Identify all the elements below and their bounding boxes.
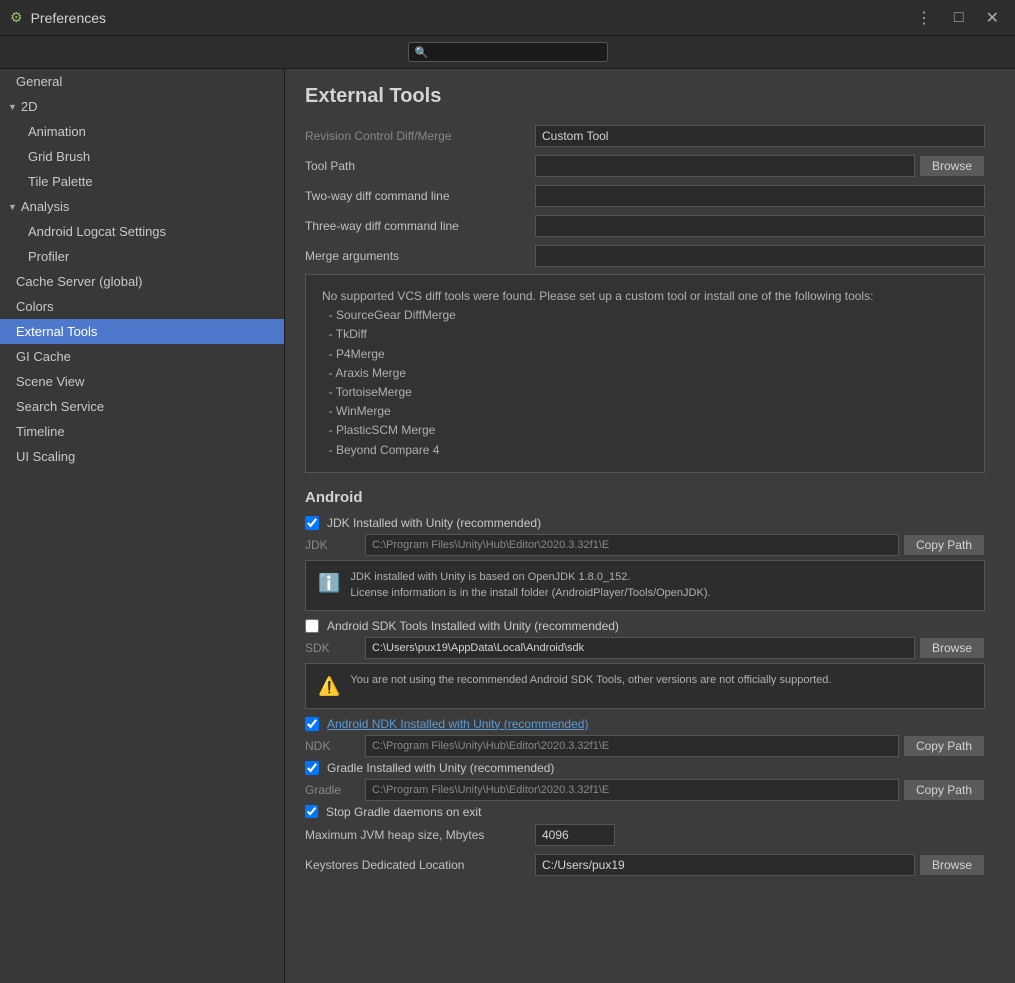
gradle-label: Gradle bbox=[305, 783, 365, 797]
no-vcs-info-box: No supported VCS diff tools were found. … bbox=[305, 274, 985, 473]
window-title: Preferences bbox=[31, 10, 106, 26]
sdk-checkbox-row: Android SDK Tools Installed with Unity (… bbox=[305, 619, 985, 633]
three-way-row: Three-way diff command line bbox=[305, 214, 985, 238]
sdk-warning-alert: ⚠️ You are not using the recommended And… bbox=[305, 663, 985, 709]
android-section-title: Android bbox=[305, 489, 985, 506]
sidebar-item-gi-cache[interactable]: GI Cache bbox=[0, 344, 284, 369]
sdk-browse-button[interactable]: Browse bbox=[919, 637, 985, 659]
arrow-icon: ▼ bbox=[8, 202, 17, 212]
more-options-button[interactable]: ⋮ bbox=[910, 6, 938, 30]
ndk-checkbox-row: Android NDK Installed with Unity (recomm… bbox=[305, 717, 985, 731]
keystores-browse-button[interactable]: Browse bbox=[919, 854, 985, 876]
sidebar-item-animation[interactable]: Animation bbox=[0, 119, 284, 144]
jdk-copy-path-button[interactable]: Copy Path bbox=[903, 534, 985, 556]
two-way-row: Two-way diff command line bbox=[305, 184, 985, 208]
sidebar-item-grid-brush[interactable]: Grid Brush bbox=[0, 144, 284, 169]
sidebar-item-ui-scaling[interactable]: UI Scaling bbox=[0, 444, 284, 469]
sdk-warning-text: You are not using the recommended Androi… bbox=[350, 672, 831, 689]
sidebar-item-timeline[interactable]: Timeline bbox=[0, 419, 284, 444]
gradle-checkbox-row: Gradle Installed with Unity (recommended… bbox=[305, 761, 985, 775]
ndk-checkbox[interactable] bbox=[305, 717, 319, 731]
gradle-checkbox-label: Gradle Installed with Unity (recommended… bbox=[327, 761, 554, 775]
sidebar-item-external-tools[interactable]: External Tools bbox=[0, 319, 284, 344]
gradle-copy-path-button[interactable]: Copy Path bbox=[903, 779, 985, 801]
merge-args-row: Merge arguments bbox=[305, 244, 985, 268]
revision-control-row: Revision Control Diff/Merge bbox=[305, 124, 985, 148]
ndk-path-row: NDK Copy Path bbox=[305, 735, 985, 757]
revision-control-input[interactable] bbox=[535, 125, 985, 147]
content-inner: External Tools Revision Control Diff/Mer… bbox=[285, 69, 1015, 899]
sidebar-item-colors[interactable]: Colors bbox=[0, 294, 284, 319]
sdk-label: SDK bbox=[305, 641, 365, 655]
three-way-input[interactable] bbox=[535, 215, 985, 237]
tool-path-row: Tool Path Browse bbox=[305, 154, 985, 178]
gradle-path-row: Gradle Copy Path bbox=[305, 779, 985, 801]
sidebar-item-scene-view[interactable]: Scene View bbox=[0, 369, 284, 394]
title-bar-controls: ⋮ □ ✕ bbox=[910, 6, 1005, 30]
max-jvm-row: Maximum JVM heap size, Mbytes bbox=[305, 823, 985, 847]
page-title: External Tools bbox=[305, 85, 985, 108]
jdk-path-row: JDK Copy Path bbox=[305, 534, 985, 556]
maximize-button[interactable]: □ bbox=[948, 7, 970, 29]
gradle-checkbox[interactable] bbox=[305, 761, 319, 775]
sdk-path-row: SDK Browse bbox=[305, 637, 985, 659]
sdk-checkbox-label: Android SDK Tools Installed with Unity (… bbox=[327, 619, 619, 633]
title-bar: ⚙ Preferences ⋮ □ ✕ bbox=[0, 0, 1015, 36]
two-way-label: Two-way diff command line bbox=[305, 189, 535, 203]
sidebar-item-search-service[interactable]: Search Service bbox=[0, 394, 284, 419]
jdk-path-input[interactable] bbox=[365, 534, 899, 556]
main-layout: General ▼ 2D Animation Grid Brush Tile P… bbox=[0, 69, 1015, 983]
tool-path-label: Tool Path bbox=[305, 159, 535, 173]
search-wrap: 🔍 bbox=[408, 42, 608, 62]
keystores-label: Keystores Dedicated Location bbox=[305, 858, 535, 872]
sidebar-item-2d[interactable]: ▼ 2D bbox=[0, 94, 284, 119]
sidebar-item-analysis[interactable]: ▼ Analysis bbox=[0, 194, 284, 219]
merge-args-input[interactable] bbox=[535, 245, 985, 267]
ndk-checkbox-label[interactable]: Android NDK Installed with Unity (recomm… bbox=[327, 717, 588, 731]
warning-icon: ⚠️ bbox=[318, 673, 340, 700]
sidebar-item-general[interactable]: General bbox=[0, 69, 284, 94]
sidebar-item-android-logcat[interactable]: Android Logcat Settings bbox=[0, 219, 284, 244]
sidebar: General ▼ 2D Animation Grid Brush Tile P… bbox=[0, 69, 285, 983]
close-button[interactable]: ✕ bbox=[980, 6, 1005, 30]
search-icon: 🔍 bbox=[415, 46, 429, 59]
ndk-path-input[interactable] bbox=[365, 735, 899, 757]
content-area: External Tools Revision Control Diff/Mer… bbox=[285, 69, 1015, 983]
title-bar-left: ⚙ Preferences bbox=[10, 9, 106, 26]
info-icon: ℹ️ bbox=[318, 570, 340, 597]
max-jvm-label: Maximum JVM heap size, Mbytes bbox=[305, 828, 535, 842]
three-way-label: Three-way diff command line bbox=[305, 219, 535, 233]
merge-args-label: Merge arguments bbox=[305, 249, 535, 263]
two-way-input[interactable] bbox=[535, 185, 985, 207]
jdk-info-text: JDK installed with Unity is based on Ope… bbox=[350, 569, 710, 602]
keystores-row: Keystores Dedicated Location Browse bbox=[305, 853, 985, 877]
max-jvm-input[interactable] bbox=[535, 824, 615, 846]
stop-gradle-checkbox[interactable] bbox=[305, 805, 318, 818]
tool-path-browse-button[interactable]: Browse bbox=[919, 155, 985, 177]
jdk-checkbox-row: JDK Installed with Unity (recommended) bbox=[305, 516, 985, 530]
sidebar-item-cache-server[interactable]: Cache Server (global) bbox=[0, 269, 284, 294]
sdk-path-input[interactable] bbox=[365, 637, 915, 659]
jdk-info-alert: ℹ️ JDK installed with Unity is based on … bbox=[305, 560, 985, 611]
gear-icon: ⚙ bbox=[10, 9, 23, 26]
search-bar: 🔍 bbox=[0, 36, 1015, 69]
ndk-copy-path-button[interactable]: Copy Path bbox=[903, 735, 985, 757]
tool-path-input[interactable] bbox=[535, 155, 915, 177]
keystores-input[interactable] bbox=[535, 854, 915, 876]
search-input[interactable] bbox=[432, 45, 600, 59]
gradle-path-input[interactable] bbox=[365, 779, 899, 801]
revision-control-label: Revision Control Diff/Merge bbox=[305, 129, 535, 143]
ndk-label: NDK bbox=[305, 739, 365, 753]
jdk-label: JDK bbox=[305, 538, 365, 552]
sidebar-item-tile-palette[interactable]: Tile Palette bbox=[0, 169, 284, 194]
stop-gradle-label: Stop Gradle daemons on exit bbox=[326, 805, 481, 819]
arrow-icon: ▼ bbox=[8, 102, 17, 112]
jdk-checkbox-label: JDK Installed with Unity (recommended) bbox=[327, 516, 541, 530]
jdk-checkbox[interactable] bbox=[305, 516, 319, 530]
sdk-checkbox[interactable] bbox=[305, 619, 319, 633]
no-vcs-message: No supported VCS diff tools were found. … bbox=[322, 289, 873, 457]
stop-gradle-row: Stop Gradle daemons on exit bbox=[305, 805, 985, 819]
sidebar-item-profiler[interactable]: Profiler bbox=[0, 244, 284, 269]
